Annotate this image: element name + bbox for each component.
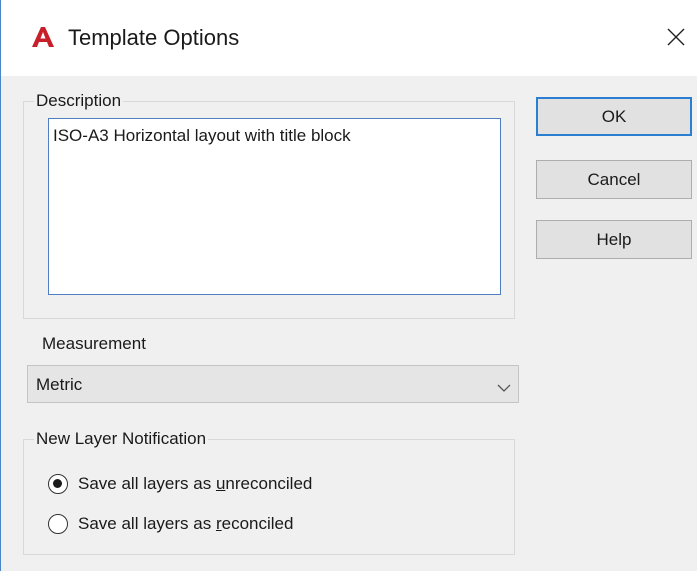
autocad-a-icon [31, 26, 55, 48]
radio-dot [53, 479, 62, 488]
template-options-dialog: Template Options Description ISO-A3 Hori… [0, 0, 697, 571]
description-textarea[interactable]: ISO-A3 Horizontal layout with title bloc… [48, 118, 501, 295]
measurement-select[interactable]: Metric [27, 365, 519, 403]
help-button[interactable]: Help [536, 220, 692, 259]
radio-button-checked[interactable] [48, 474, 68, 494]
title-bar: Template Options [1, 0, 697, 76]
dialog-title: Template Options [68, 25, 240, 50]
cancel-button[interactable]: Cancel [536, 160, 692, 199]
radio-button-unchecked[interactable] [48, 514, 68, 534]
layer-notification-label: New Layer Notification [34, 429, 209, 449]
layer-notification-group [23, 439, 515, 555]
radio-label-unreconciled: Save all layers as unreconciled [78, 474, 313, 493]
chevron-down-icon [497, 380, 511, 398]
close-button[interactable] [659, 20, 693, 54]
ok-button[interactable]: OK [536, 97, 692, 136]
description-label: Description [34, 91, 124, 111]
close-icon [667, 28, 685, 46]
measurement-selected-value: Metric [36, 375, 83, 394]
measurement-label: Measurement [42, 334, 146, 353]
radio-label-reconciled: Save all layers as reconciled [78, 514, 294, 533]
